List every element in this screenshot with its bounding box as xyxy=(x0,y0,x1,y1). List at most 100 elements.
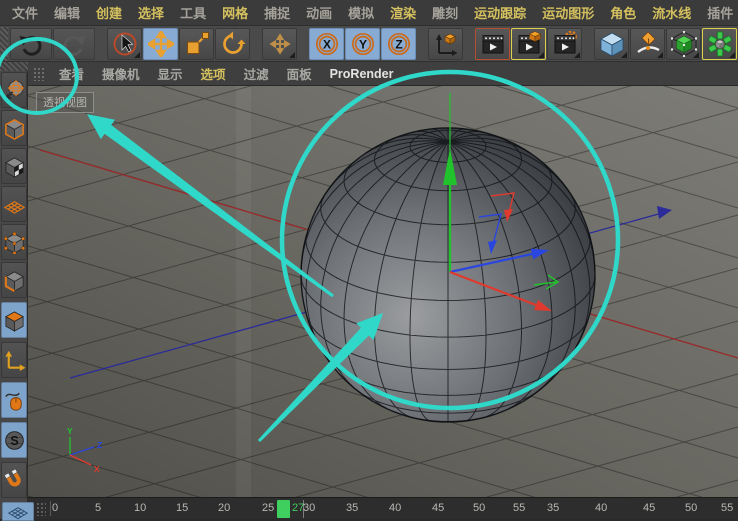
timeline-grip-icon[interactable] xyxy=(36,502,46,516)
make-editable-button[interactable] xyxy=(1,72,27,108)
timeline-tick: 50 xyxy=(685,502,697,514)
menu-item-16[interactable]: 插件 xyxy=(699,3,738,22)
timeline-tick: 55 xyxy=(721,502,733,514)
render-to-picture-viewer-icon xyxy=(516,31,542,57)
lock-z-axis-button[interactable]: Z xyxy=(381,28,416,60)
add-spline-pen-icon xyxy=(635,31,661,57)
palette-hatch xyxy=(0,62,28,71)
viewport-menu-item-7[interactable]: ProRender xyxy=(321,67,403,81)
rotate-tool-icon xyxy=(220,31,246,57)
render-to-picture-viewer-button[interactable] xyxy=(511,28,546,60)
lock-z-axis-icon: Z xyxy=(386,31,412,57)
workplane-mode-icon xyxy=(3,193,26,216)
menu-item-15[interactable]: 流水线 xyxy=(644,3,699,22)
svg-text:Z: Z xyxy=(97,440,102,450)
scale-tool-button[interactable] xyxy=(179,28,214,60)
timeline-tick: 50 xyxy=(473,502,485,514)
viewport-label: 透视视图 xyxy=(36,92,94,113)
edges-mode-icon xyxy=(3,269,26,292)
add-subdivision-surface-button[interactable] xyxy=(666,28,701,60)
viewport-menu-item-5[interactable]: 过滤 xyxy=(235,64,278,83)
timeline-tick: 20 xyxy=(218,502,230,514)
menu-item-14[interactable]: 角色 xyxy=(602,3,644,22)
palette-grip-icon[interactable] xyxy=(33,67,44,81)
svg-text:Y: Y xyxy=(358,37,366,51)
viewport-light-band xyxy=(236,86,251,497)
menu-item-3[interactable]: 创建 xyxy=(88,3,130,22)
menu-item-2[interactable]: 编辑 xyxy=(46,3,88,22)
viewport-menu-item-6[interactable]: 面板 xyxy=(278,64,321,83)
viewport-menu-item-2[interactable]: 摄像机 xyxy=(93,64,149,83)
polygons-mode-icon xyxy=(3,309,26,332)
timeline-tick: 0 xyxy=(52,502,58,514)
enable-snap-button[interactable]: S xyxy=(1,422,27,458)
viewport-menu-item-1[interactable]: 查看 xyxy=(50,64,93,83)
viewport-menu-item-4[interactable]: 选项 xyxy=(192,64,235,83)
lock-x-axis-button[interactable]: X xyxy=(309,28,344,60)
live-selection-button[interactable] xyxy=(107,28,142,60)
menu-item-8[interactable]: 动画 xyxy=(298,3,340,22)
workplane-grid-icon xyxy=(7,504,29,521)
redo-button[interactable] xyxy=(53,28,95,60)
enable-axis-mode-button[interactable] xyxy=(1,342,27,378)
menu-item-10[interactable]: 渲染 xyxy=(382,3,424,22)
workplane-tool-button[interactable] xyxy=(2,502,34,521)
timeline-playhead[interactable] xyxy=(277,500,290,518)
menu-item-6[interactable]: 网格 xyxy=(214,3,256,22)
lock-x-axis-icon: X xyxy=(314,31,340,57)
snap-settings-button[interactable] xyxy=(1,462,27,498)
menu-item-12[interactable]: 运动跟踪 xyxy=(466,3,534,22)
make-editable-icon xyxy=(3,79,26,102)
model-mode-button[interactable] xyxy=(1,110,27,146)
svg-text:X: X xyxy=(322,37,330,51)
menu-item-1[interactable]: 文件 xyxy=(4,3,46,22)
tweak-mode-icon xyxy=(3,389,26,412)
timeline-ruler[interactable]: 0510152025303540455055354045505527 xyxy=(28,497,738,519)
rotate-tool-button[interactable] xyxy=(215,28,250,60)
snap-settings-icon xyxy=(3,469,26,492)
texture-mode-button[interactable] xyxy=(1,148,27,184)
move-tool-icon xyxy=(148,31,174,57)
menu-item-4[interactable]: 选择 xyxy=(130,3,172,22)
move-tool-button[interactable] xyxy=(143,28,178,60)
workplane-mode-button[interactable] xyxy=(1,186,27,222)
render-view-button[interactable] xyxy=(475,28,510,60)
menu-item-9[interactable]: 模拟 xyxy=(340,3,382,22)
menu-item-5[interactable]: 工具 xyxy=(172,3,214,22)
tweak-mode-button[interactable] xyxy=(1,382,27,418)
add-spline-pen-button[interactable] xyxy=(630,28,665,60)
viewport-canvas[interactable]: 透视视图 xyxy=(28,86,738,497)
menu-item-11[interactable]: 雕刻 xyxy=(424,3,466,22)
render-settings-button[interactable] xyxy=(547,28,582,60)
viewport-menu-item-3[interactable]: 显示 xyxy=(149,64,192,83)
svg-text:Y: Y xyxy=(67,426,73,436)
timeline-tick: 30 xyxy=(303,502,315,514)
timeline-tick: 40 xyxy=(389,502,401,514)
add-primitive-cube-button[interactable] xyxy=(594,28,629,60)
points-mode-icon xyxy=(3,231,26,254)
coordinate-system-button[interactable] xyxy=(428,28,463,60)
enable-snap-icon: S xyxy=(3,429,26,452)
lock-y-axis-button[interactable]: Y xyxy=(345,28,380,60)
timeline-tick: 45 xyxy=(432,502,444,514)
points-mode-button[interactable] xyxy=(1,224,27,260)
render-settings-icon xyxy=(552,31,578,57)
menu-item-7[interactable]: 捕捉 xyxy=(256,3,298,22)
add-primitive-cube-icon xyxy=(599,31,625,57)
last-used-tool-button[interactable] xyxy=(262,28,297,60)
timeline-tick: 45 xyxy=(643,502,655,514)
enable-axis-mode-icon xyxy=(3,349,26,372)
edges-mode-button[interactable] xyxy=(1,262,27,298)
timeline-tick: 40 xyxy=(595,502,607,514)
menu-item-13[interactable]: 运动图形 xyxy=(534,3,602,22)
timeline-tick: 10 xyxy=(134,502,146,514)
add-subdivision-surface-icon xyxy=(671,31,697,57)
polygons-mode-button[interactable] xyxy=(1,302,27,338)
toolbar-grip[interactable] xyxy=(0,27,8,61)
left-tool-palette: S xyxy=(0,62,28,519)
undo-button[interactable] xyxy=(10,28,52,60)
svg-text:X: X xyxy=(94,464,100,474)
add-mograph-cloner-button[interactable] xyxy=(702,28,737,60)
add-mograph-cloner-icon xyxy=(707,31,733,57)
svg-text:Z: Z xyxy=(395,37,402,51)
